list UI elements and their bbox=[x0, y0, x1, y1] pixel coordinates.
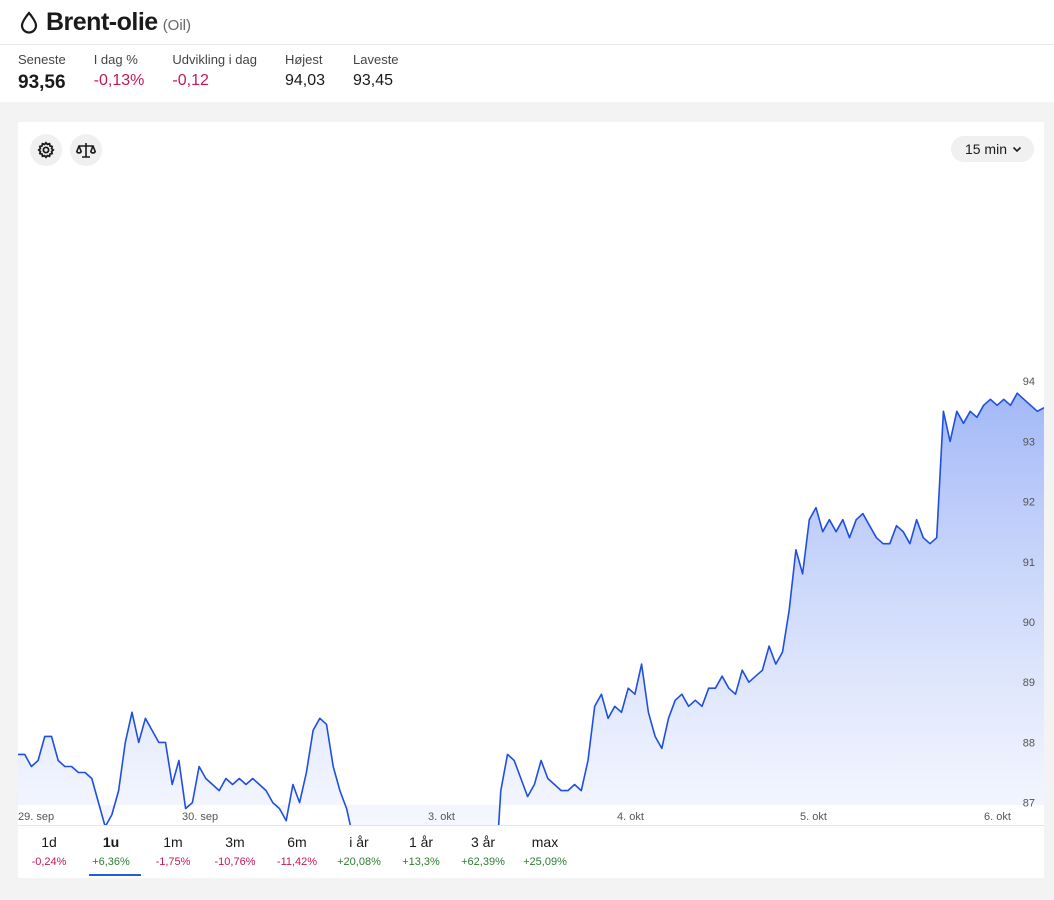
range-tab-i-år[interactable]: i år +20,08% bbox=[328, 834, 390, 876]
range-tab-change: +62,39% bbox=[461, 856, 505, 868]
stat-label: Højest bbox=[284, 52, 323, 67]
stat-value: -0,12 bbox=[172, 72, 209, 89]
range-tab-label: 3m bbox=[225, 834, 245, 850]
title-row: Brent-olie (Oil) bbox=[18, 6, 191, 38]
range-tab-change: -1,75% bbox=[155, 856, 191, 868]
stat-value: -0,13% bbox=[93, 72, 145, 89]
range-tab-change: -10,76% bbox=[214, 856, 256, 868]
stat-day-percent: I dag % -0,13% bbox=[94, 52, 145, 94]
drop-icon bbox=[20, 11, 38, 34]
range-tab-label: 1 år bbox=[408, 834, 434, 850]
stat-label: Udvikling i dag bbox=[172, 52, 257, 67]
interval-dropdown[interactable]: 15 min bbox=[950, 136, 1034, 162]
range-tab-label: 6m bbox=[287, 834, 307, 850]
y-tick-label: 87 bbox=[1023, 798, 1035, 810]
range-tab-change: +6,36% bbox=[92, 856, 130, 868]
active-tab-indicator bbox=[89, 874, 141, 876]
x-tick-label: 5. okt bbox=[800, 811, 827, 823]
stat-high: Højest 94,03 bbox=[285, 52, 325, 94]
y-tick-label: 89 bbox=[1023, 677, 1035, 689]
range-tab-3-år[interactable]: 3 år +62,39% bbox=[452, 834, 514, 876]
range-tab-1-år[interactable]: 1 år +13,3% bbox=[390, 834, 452, 876]
y-tick-label: 94 bbox=[1023, 376, 1035, 388]
range-tabs: 1d -0,24% 1u +6,36% 1m -1,75% 3m -10,76% 6m -11,4… bbox=[18, 834, 576, 876]
header-divider bbox=[0, 44, 1054, 45]
price-area bbox=[18, 393, 1044, 825]
tabs-divider bbox=[18, 825, 1044, 826]
range-tab-1m[interactable]: 1m -1,75% bbox=[142, 834, 204, 876]
stat-label: Seneste bbox=[18, 52, 66, 67]
stat-value: 94,03 bbox=[284, 72, 325, 89]
x-tick-label: 4. okt bbox=[617, 811, 644, 823]
y-tick-label: 91 bbox=[1023, 557, 1035, 569]
range-tab-label: 1d bbox=[41, 834, 57, 850]
stat-label: I dag % bbox=[93, 52, 138, 67]
range-tab-6m[interactable]: 6m -11,42% bbox=[266, 834, 328, 876]
stat-value: 93,56 bbox=[18, 72, 66, 93]
x-tick-label: 30. sep bbox=[182, 811, 218, 823]
page-title: Brent-olie bbox=[46, 7, 158, 36]
range-tab-change: +20,08% bbox=[337, 856, 381, 868]
chart-card: 94939291908988878629. sep30. sep3. okt4.… bbox=[18, 122, 1044, 878]
range-tab-max[interactable]: max +25,09% bbox=[514, 834, 576, 876]
chevron-down-icon bbox=[1012, 146, 1022, 152]
range-tab-label: 3 år bbox=[470, 834, 496, 850]
range-tab-label: i år bbox=[349, 834, 369, 850]
y-tick-label: 93 bbox=[1023, 436, 1035, 448]
x-tick-label: 6. okt bbox=[984, 811, 1011, 823]
scale-icon bbox=[76, 143, 96, 158]
y-tick-label: 90 bbox=[1023, 617, 1035, 629]
x-tick-label: 29. sep bbox=[18, 811, 54, 823]
price-chart[interactable]: 94939291908988878629. sep30. sep3. okt4.… bbox=[18, 122, 1044, 825]
stat-latest: Seneste 93,56 bbox=[18, 52, 66, 94]
range-tab-change: +13,3% bbox=[402, 856, 440, 868]
range-tab-change: -0,24% bbox=[31, 856, 67, 868]
range-tab-1u[interactable]: 1u +6,36% bbox=[80, 834, 142, 876]
interval-label: 15 min bbox=[964, 141, 1007, 157]
range-tab-label: 1m bbox=[163, 834, 183, 850]
quote-header: Brent-olie (Oil) Seneste 93,56 I dag % -… bbox=[0, 0, 1054, 102]
range-tab-label: max bbox=[531, 834, 559, 850]
stat-value: 93,45 bbox=[353, 72, 394, 89]
range-tab-label: 1u bbox=[102, 834, 120, 850]
x-tick-label: 3. okt bbox=[428, 811, 455, 823]
range-tab-change: +25,09% bbox=[523, 856, 567, 868]
gear-icon bbox=[37, 141, 55, 159]
compare-button[interactable] bbox=[70, 134, 102, 166]
page-subtitle: (Oil) bbox=[162, 16, 192, 34]
range-tab-change: -11,42% bbox=[276, 856, 318, 868]
stat-day-change: Udvikling i dag -0,12 bbox=[172, 52, 257, 94]
stat-label: Laveste bbox=[353, 52, 399, 67]
stats-row: Seneste 93,56 I dag % -0,13% Udvikling i… bbox=[18, 52, 427, 94]
settings-button[interactable] bbox=[30, 134, 62, 166]
range-tab-3m[interactable]: 3m -10,76% bbox=[204, 834, 266, 876]
stat-low: Laveste 93,45 bbox=[353, 52, 399, 94]
range-tab-1d[interactable]: 1d -0,24% bbox=[18, 834, 80, 876]
y-tick-label: 88 bbox=[1023, 737, 1035, 749]
y-tick-label: 92 bbox=[1023, 497, 1035, 509]
